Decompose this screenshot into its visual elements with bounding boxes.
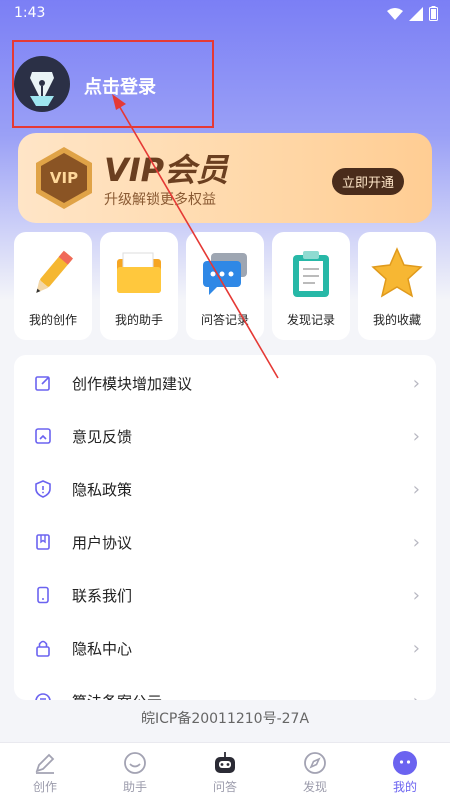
- login-area[interactable]: 点击登录: [12, 40, 214, 128]
- avatar[interactable]: [14, 56, 70, 112]
- vip-title: VIP会员: [104, 151, 229, 189]
- tab-label: 助手: [122, 780, 147, 794]
- icp-record[interactable]: 皖ICP备20011210号-27A: [0, 708, 450, 728]
- compass-icon: [270, 749, 360, 777]
- shield-icon: [28, 480, 58, 498]
- menu-item-algorithm-filing[interactable]: 算法备案公示 ›: [14, 675, 436, 700]
- menu-item-privacy-center[interactable]: 隐私中心 ›: [14, 622, 436, 674]
- phone-icon: [28, 586, 58, 604]
- chat-bubble-icon: [186, 242, 264, 304]
- chevron-right-icon: ›: [412, 531, 420, 553]
- menu-item-creation-suggestion[interactable]: 创作模块增加建议 ›: [14, 357, 436, 409]
- menu-item-label: 意见反馈: [72, 427, 133, 446]
- menu-item-label: 隐私中心: [72, 639, 133, 658]
- signal-icon: [409, 6, 423, 21]
- pen-icon: [0, 749, 90, 777]
- feature-discover-records[interactable]: 发现记录: [272, 232, 350, 340]
- vip-badge-icon: VIP: [36, 147, 92, 209]
- bookmark-icon: [28, 533, 58, 551]
- tab-label: 我的: [392, 780, 417, 794]
- feature-label: 我的收藏: [372, 313, 421, 327]
- feedback-icon: [28, 427, 58, 445]
- menu-item-label: 用户协议: [72, 533, 133, 552]
- menu-item-label: 算法备案公示: [72, 691, 162, 701]
- vip-subscribe-button[interactable]: 立即开通: [331, 168, 404, 195]
- tab-label: 发现: [302, 780, 327, 794]
- lock-icon: [28, 639, 58, 657]
- chevron-right-icon: ›: [412, 372, 420, 394]
- feature-qa-records[interactable]: 问答记录: [186, 232, 264, 340]
- wifi-icon: [387, 7, 403, 20]
- feature-label: 问答记录: [200, 313, 249, 327]
- tab-create[interactable]: 创作: [0, 743, 90, 801]
- feature-label: 我的助手: [114, 313, 163, 327]
- feature-my-assistant[interactable]: 我的助手: [100, 232, 178, 340]
- pen-nib-icon: [30, 72, 54, 106]
- robot-icon: [180, 749, 270, 777]
- menu-item-label: 联系我们: [72, 586, 133, 605]
- battery-icon: [429, 6, 438, 21]
- vip-card[interactable]: VIP VIP会员 升级解锁更多权益 立即开通: [18, 133, 432, 223]
- feature-label: 我的创作: [28, 313, 77, 327]
- edit-square-icon: [28, 374, 58, 392]
- feature-grid: 我的创作 我的助手 问答记录 发现记录 我的收藏: [14, 232, 436, 340]
- status-icons: [387, 6, 438, 21]
- profile-icon: [360, 749, 450, 777]
- menu-item-label: 隐私政策: [72, 480, 133, 499]
- chevron-right-icon: ›: [412, 478, 420, 500]
- tab-label: 创作: [32, 780, 57, 794]
- star-icon: [358, 242, 436, 304]
- chevron-right-icon: ›: [413, 691, 420, 701]
- tab-assistant[interactable]: 助手: [90, 743, 180, 801]
- menu-item-feedback[interactable]: 意见反馈 ›: [14, 410, 436, 462]
- feature-my-favorites[interactable]: 我的收藏: [358, 232, 436, 340]
- login-label[interactable]: 点击登录: [84, 73, 156, 99]
- tab-mine[interactable]: 我的: [360, 743, 450, 801]
- vip-subtitle: 升级解锁更多权益: [104, 192, 216, 208]
- chevron-right-icon: ›: [412, 584, 420, 606]
- chevron-right-icon: ›: [412, 425, 420, 447]
- status-bar: 1:43: [0, 0, 450, 28]
- bottom-tab-bar: 创作 助手 问答 发现 我的: [0, 742, 450, 801]
- settings-list: 创作模块增加建议 › 意见反馈 › 隐私政策 › 用户协议 › 联系我们 › 隐…: [14, 355, 436, 700]
- svg-text:VIP: VIP: [50, 169, 78, 187]
- menu-item-label: 创作模块增加建议: [72, 374, 193, 393]
- menu-item-user-agreement[interactable]: 用户协议 ›: [14, 516, 436, 568]
- chevron-right-icon: ›: [412, 637, 420, 659]
- tab-discover[interactable]: 发现: [270, 743, 360, 801]
- algorithm-icon: [28, 692, 58, 700]
- tab-label: 问答: [212, 780, 237, 794]
- smile-icon: [90, 749, 180, 777]
- folder-icon: [100, 242, 178, 304]
- feature-label: 发现记录: [286, 313, 335, 327]
- feature-my-creation[interactable]: 我的创作: [14, 232, 92, 340]
- tab-qa[interactable]: 问答: [180, 743, 270, 801]
- menu-item-privacy-policy[interactable]: 隐私政策 ›: [14, 463, 436, 515]
- pencil-icon: [14, 242, 92, 304]
- clipboard-icon: [272, 242, 350, 304]
- status-time: 1:43: [14, 5, 46, 21]
- menu-item-contact-us[interactable]: 联系我们 ›: [14, 569, 436, 621]
